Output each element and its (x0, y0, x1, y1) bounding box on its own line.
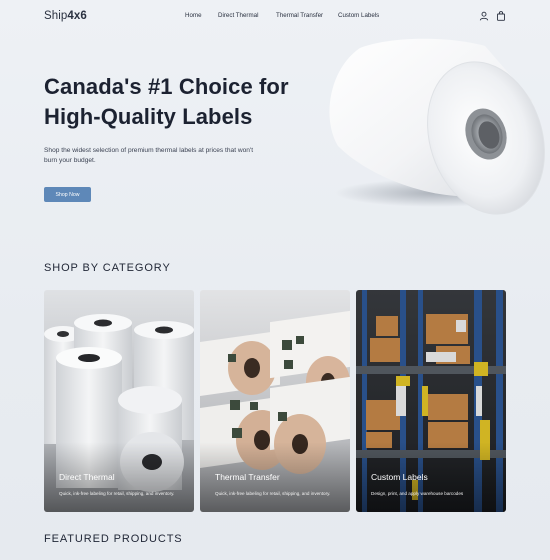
shopping-bag-icon[interactable] (496, 11, 506, 21)
shop-by-category-heading: SHOP BY CATEGORY (44, 262, 171, 274)
category-card-direct-thermal[interactable]: Direct Thermal Quick, ink-free labeling … (44, 290, 194, 512)
nav-links: Home Direct Thermal Thermal Transfer Cus… (0, 12, 550, 24)
user-icon[interactable] (479, 11, 489, 21)
nav-link-thermal-transfer[interactable]: Thermal Transfer (276, 12, 323, 19)
category-description: Design, print, and apply warehouse barco… (371, 491, 464, 496)
hero-title: Canada's #1 Choice for High-Quality Labe… (44, 74, 289, 129)
category-description: Quick, ink-free labeling for retail, shi… (59, 491, 175, 496)
nav-link-direct-thermal[interactable]: Direct Thermal (218, 12, 258, 19)
nav-link-home[interactable]: Home (185, 12, 202, 19)
shop-now-button[interactable]: Shop Now (44, 187, 91, 202)
category-title: Custom Labels (371, 472, 428, 482)
category-card-thermal-transfer[interactable]: Thermal Transfer Quick, ink-free labelin… (200, 290, 350, 512)
category-description: Quick, ink-free labeling for retail, shi… (215, 491, 331, 496)
featured-products-heading: FEATURED PRODUCTS (44, 533, 183, 545)
category-title: Direct Thermal (59, 472, 115, 482)
category-card-custom-labels[interactable]: Custom Labels Design, print, and apply w… (356, 290, 506, 512)
category-title: Thermal Transfer (215, 472, 280, 482)
hero-subtitle: Shop the widest selection of premium the… (44, 147, 254, 164)
home-page: Ship4x6 Home Direct Thermal Thermal Tran… (0, 0, 550, 560)
hero-label-roll-image (300, 28, 550, 228)
nav-link-custom-labels[interactable]: Custom Labels (338, 12, 379, 19)
